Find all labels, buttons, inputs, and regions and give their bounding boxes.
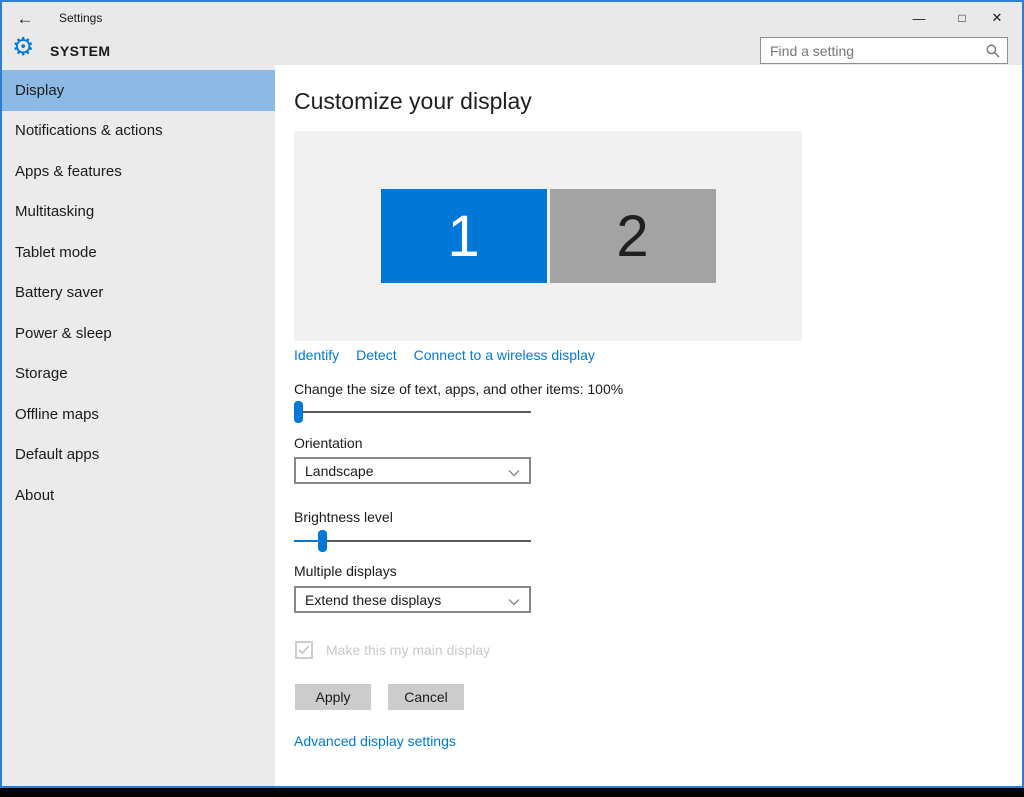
maximize-icon: □ — [958, 11, 965, 25]
main-display-checkbox-row[interactable]: Make this my main display — [295, 641, 490, 659]
minimize-button[interactable]: — — [902, 6, 936, 30]
close-icon: ✕ — [992, 10, 1003, 26]
sidebar-item-apps-features[interactable]: Apps & features — [2, 151, 275, 192]
multiple-displays-value: Extend these displays — [305, 592, 441, 608]
search-box — [760, 37, 1008, 64]
sidebar-item-storage[interactable]: Storage — [2, 354, 275, 395]
sidebar-item-display[interactable]: Display — [2, 70, 275, 111]
sidebar-item-tablet-mode[interactable]: Tablet mode — [2, 232, 275, 273]
sidebar-item-power-sleep[interactable]: Power & sleep — [2, 313, 275, 354]
search-icon — [986, 44, 1000, 58]
display-links-row: Identify Detect Connect to a wireless di… — [294, 347, 595, 363]
close-button[interactable]: ✕ — [980, 6, 1014, 30]
chevron-down-icon — [508, 598, 520, 606]
minimize-icon: — — [913, 11, 926, 26]
scale-slider-thumb[interactable] — [294, 401, 303, 423]
maximize-button[interactable]: □ — [945, 6, 979, 30]
orientation-dropdown[interactable]: Landscape — [294, 457, 531, 484]
orientation-label: Orientation — [294, 435, 362, 451]
checkmark-icon — [298, 645, 310, 655]
back-arrow-icon: ← — [17, 9, 34, 29]
brightness-slider-thumb[interactable] — [318, 530, 327, 552]
brightness-slider[interactable] — [294, 529, 531, 553]
monitor-2[interactable]: 2 — [550, 189, 716, 283]
chevron-down-icon — [508, 469, 520, 477]
brightness-label: Brightness level — [294, 509, 393, 525]
settings-window: ← Settings — □ ✕ ⚙ SYSTEM Display Notifi… — [0, 0, 1024, 788]
sidebar-item-multitasking[interactable]: Multitasking — [2, 192, 275, 233]
monitor-1[interactable]: 1 — [381, 189, 547, 283]
back-button[interactable]: ← — [10, 6, 40, 32]
multiple-displays-label: Multiple displays — [294, 563, 397, 579]
sidebar-item-about[interactable]: About — [2, 475, 275, 516]
sidebar-item-offline-maps[interactable]: Offline maps — [2, 394, 275, 435]
sidebar-item-default-apps[interactable]: Default apps — [2, 435, 275, 476]
brightness-slider-track[interactable] — [294, 540, 531, 542]
detect-link[interactable]: Detect — [356, 347, 396, 363]
main-display-checkbox[interactable] — [295, 641, 313, 659]
scale-slider[interactable] — [294, 400, 531, 424]
main-content: Customize your display 1 2 Identify Dete… — [275, 65, 1022, 786]
advanced-display-settings-link[interactable]: Advanced display settings — [294, 733, 456, 749]
multiple-displays-dropdown[interactable]: Extend these displays — [294, 586, 531, 613]
scale-label: Change the size of text, apps, and other… — [294, 381, 623, 397]
content-heading: Customize your display — [294, 88, 532, 115]
display-preview-panel: 1 2 — [294, 131, 802, 341]
window-title: Settings — [59, 11, 102, 25]
orientation-value: Landscape — [305, 463, 374, 479]
cancel-button[interactable]: Cancel — [388, 684, 464, 710]
identify-link[interactable]: Identify — [294, 347, 339, 363]
connect-wireless-link[interactable]: Connect to a wireless display — [414, 347, 595, 363]
scale-slider-track[interactable] — [294, 411, 531, 413]
sidebar-item-notifications[interactable]: Notifications & actions — [2, 111, 275, 152]
search-input[interactable] — [761, 38, 1007, 63]
sidebar-nav: Display Notifications & actions Apps & f… — [2, 70, 275, 516]
action-buttons: Apply Cancel — [295, 684, 464, 710]
main-display-checkbox-label: Make this my main display — [326, 642, 490, 658]
apply-button[interactable]: Apply — [295, 684, 371, 710]
gear-icon: ⚙ — [12, 35, 34, 60]
page-title: SYSTEM — [50, 43, 111, 59]
sidebar-item-battery-saver[interactable]: Battery saver — [2, 273, 275, 314]
